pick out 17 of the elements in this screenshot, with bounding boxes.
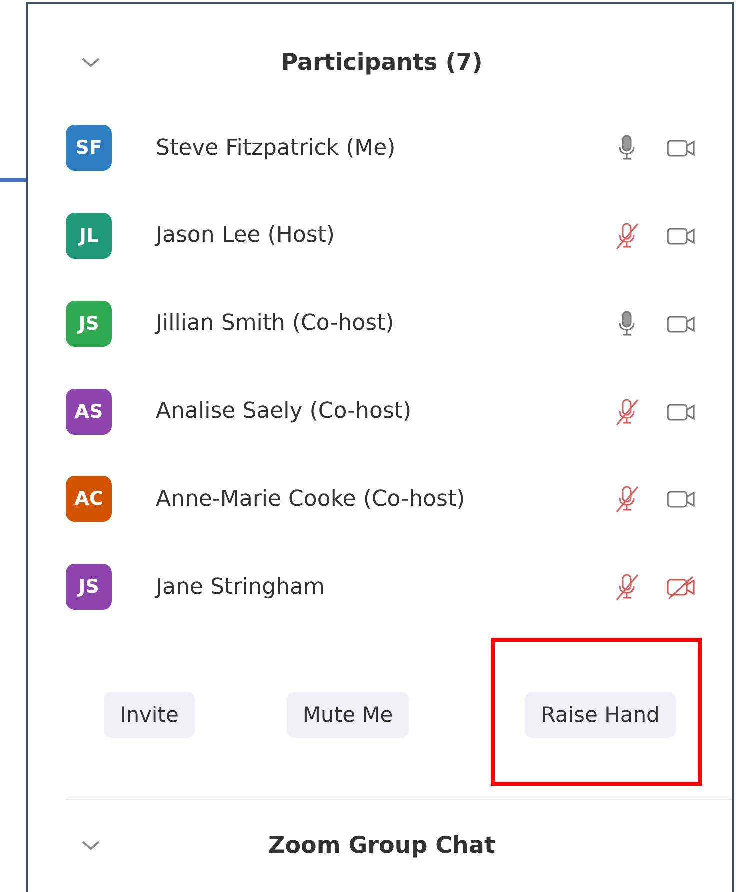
section-title: Participants (7) <box>280 50 484 76</box>
action-button[interactable]: Mute Me <box>286 692 410 738</box>
participant-name: Jane Stringham <box>156 574 326 600</box>
participant-name: Jason Lee (Host) <box>156 223 336 248</box>
participant-name: Analise Saely (Co-host) <box>156 399 413 424</box>
avatar: JS <box>66 564 112 610</box>
avatar: JS <box>66 300 112 347</box>
avatar: AS <box>66 388 112 435</box>
section-title: Zoom Group Chat <box>268 833 496 860</box>
avatar: AC <box>66 476 112 522</box>
participant-name: Steve Fitzpatrick (Me) <box>156 136 397 161</box>
action-button[interactable]: Raise Hand <box>525 692 676 738</box>
participant-name: Anne-Marie Cooke (Co-host) <box>156 486 466 512</box>
avatar: SF <box>66 125 112 172</box>
avatar: JL <box>66 212 112 259</box>
action-button[interactable]: Invite <box>104 692 195 738</box>
participant-name: Jillian Smith (Co-host) <box>156 311 396 336</box>
